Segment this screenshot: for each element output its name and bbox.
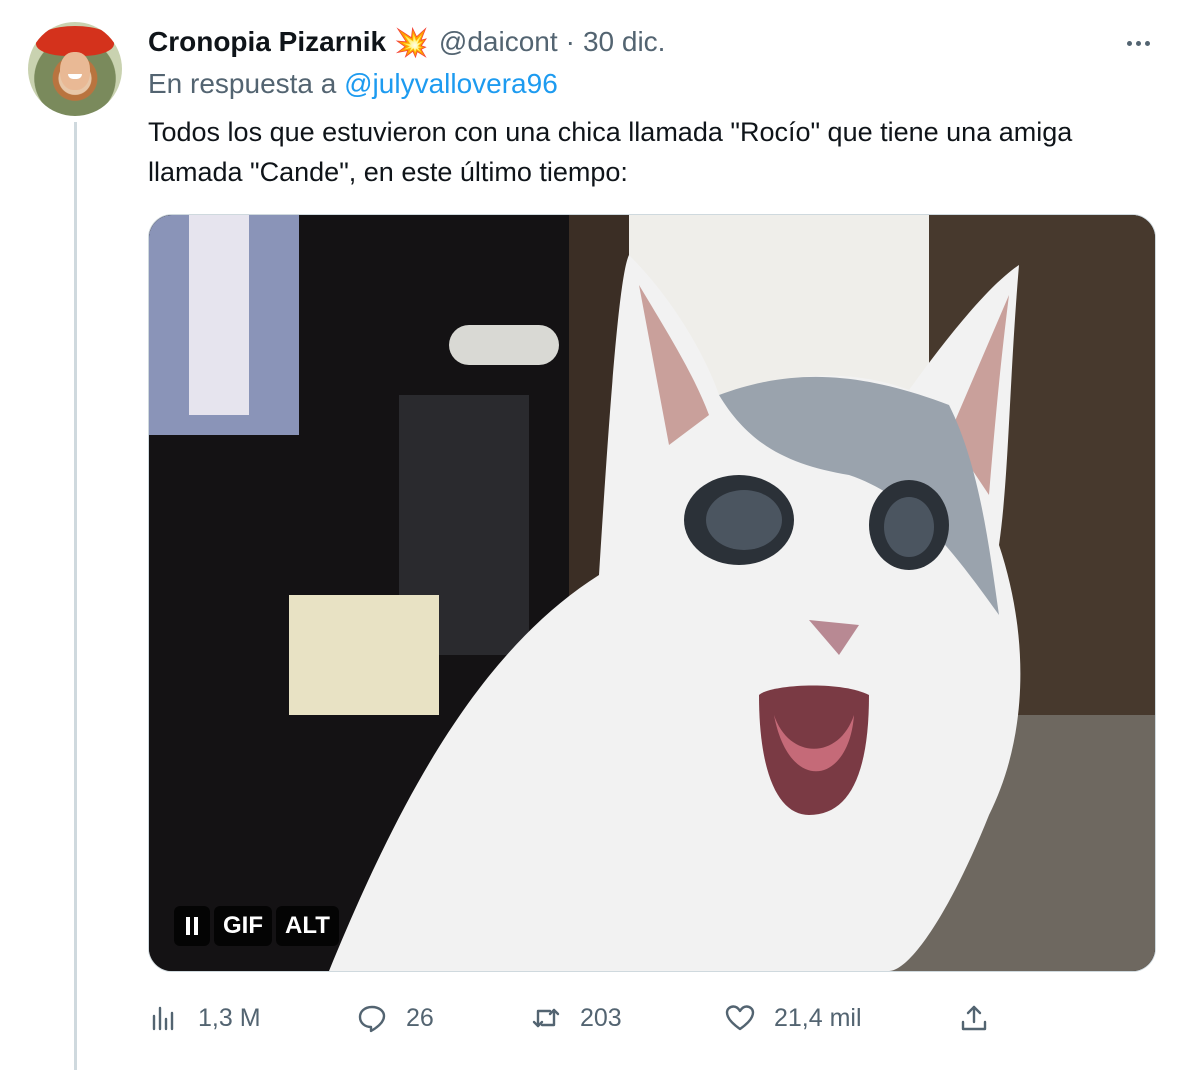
like-icon: [725, 1005, 755, 1031]
author-name[interactable]: Cronopia Pizarnik: [148, 26, 386, 58]
reply-prefix: En respuesta a: [148, 68, 337, 99]
share-icon: [961, 1005, 987, 1031]
reply-context: En respuesta a @julyvallovera96: [148, 68, 558, 100]
pause-icon[interactable]: [174, 906, 210, 946]
share-action[interactable]: [958, 1002, 990, 1034]
tweet-date[interactable]: 30 dic.: [583, 26, 666, 58]
author-handle[interactable]: @daicont: [439, 26, 558, 58]
tweet-actions: 1,3 M 26 203 21,4 mil: [148, 996, 1008, 1040]
like-action[interactable]: 21,4 mil: [724, 1002, 862, 1034]
views-action[interactable]: 1,3 M: [148, 1002, 261, 1034]
gif-controls: GIF ALT: [174, 906, 339, 946]
gif-media[interactable]: [148, 214, 1156, 972]
views-count: 1,3 M: [198, 1003, 261, 1032]
separator-dot: ·: [565, 26, 575, 57]
gif-label: GIF: [214, 906, 272, 946]
tweet-text: Todos los que estuvieron con una chica l…: [148, 117, 1073, 187]
reply-icon: [358, 1005, 386, 1033]
retweet-action[interactable]: 203: [530, 1002, 622, 1034]
avatar-face: [60, 52, 90, 90]
retweet-count: 203: [580, 1003, 622, 1032]
views-icon: [152, 1006, 174, 1031]
reply-action[interactable]: 26: [356, 1002, 434, 1034]
alt-button[interactable]: ALT: [276, 906, 339, 946]
author-badge: 💥: [394, 26, 429, 58]
tweet-header: Cronopia Pizarnik 💥 @daicont · 30 dic.: [148, 24, 665, 60]
more-icon[interactable]: [1118, 28, 1158, 58]
avatar[interactable]: [28, 22, 122, 116]
like-count: 21,4 mil: [774, 1003, 862, 1032]
reply-to-link[interactable]: @julyvallovera96: [344, 68, 558, 99]
cat-gif-image: [149, 215, 1155, 971]
reply-count: 26: [406, 1003, 434, 1032]
thread-line: [74, 122, 77, 1070]
retweet-icon: [532, 1008, 560, 1028]
